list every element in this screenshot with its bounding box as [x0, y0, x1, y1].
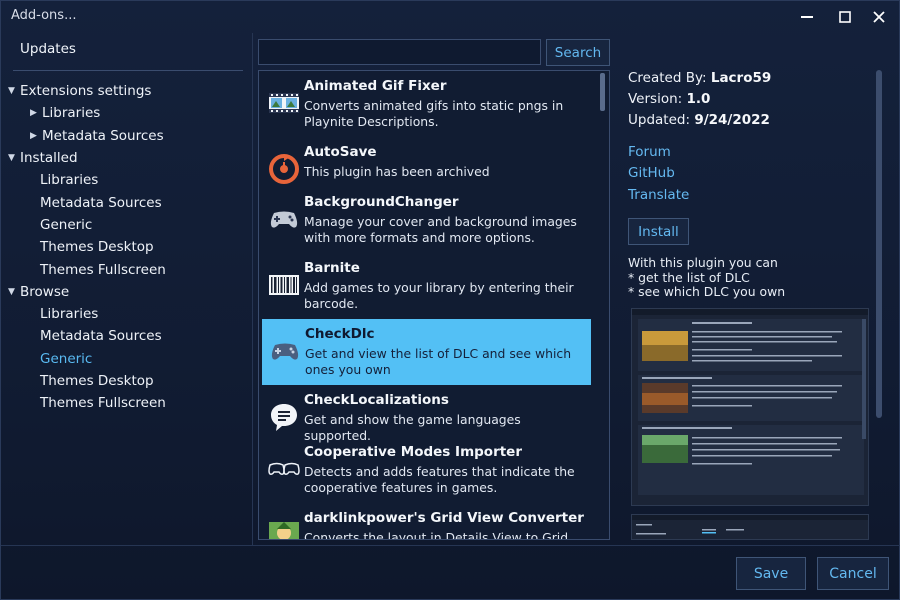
details-scrollbar-thumb[interactable] — [876, 70, 882, 418]
list-scrollbar-thumb[interactable] — [600, 73, 605, 111]
minimize-button[interactable] — [793, 5, 821, 29]
nav-installed-generic[interactable]: Generic — [1, 214, 251, 236]
caret-down-icon: ▼ — [8, 86, 15, 97]
barcode-icon — [268, 269, 300, 301]
maximize-icon — [839, 11, 851, 23]
save-button[interactable]: Save — [736, 557, 806, 590]
nav-browse[interactable]: ▼ Browse — [1, 281, 251, 303]
addon-name: Animated Gif Fixer — [304, 78, 447, 94]
nav-browse-themes-desktop[interactable]: Themes Desktop — [1, 370, 251, 392]
nav-installed-metadata-sources[interactable]: Metadata Sources — [1, 191, 251, 213]
nav-installed-themes-fullscreen[interactable]: Themes Fullscreen — [1, 258, 251, 280]
nav-browse-libraries[interactable]: Libraries — [1, 303, 251, 325]
addon-name: AutoSave — [304, 144, 377, 160]
close-button[interactable] — [865, 5, 893, 29]
addon-list[interactable]: Animated Gif Fixer Converts animated gif… — [258, 70, 610, 540]
nav-installed[interactable]: ▼ Installed — [1, 147, 251, 169]
close-icon — [873, 11, 885, 23]
caret-right-icon: ▶ — [30, 108, 37, 119]
plugin-description: With this plugin you can * get the list … — [628, 255, 786, 299]
addon-description: This plugin has been archived — [304, 164, 490, 179]
caret-down-icon: ▼ — [8, 286, 15, 297]
film-strip-icon — [268, 87, 300, 119]
addons-window: Add-ons... Updates ▼ Extensions settings… — [0, 0, 900, 600]
addon-name: darklinkpower's Grid View Converter — [304, 510, 584, 526]
github-link[interactable]: GitHub — [628, 165, 675, 181]
addon-name: Barnite — [304, 260, 360, 276]
search-button[interactable]: Search — [546, 39, 610, 66]
gamepad-icon — [269, 335, 301, 367]
updated-value: 9/24/2022 — [694, 112, 770, 128]
nav-browse-generic[interactable]: Generic — [1, 348, 251, 370]
addon-description: Detects and adds features that indicate … — [304, 464, 575, 495]
gamepad-icon — [268, 203, 300, 235]
caret-right-icon: ▶ — [30, 130, 37, 141]
minimize-icon — [801, 16, 813, 18]
created-by-value: Lacro59 — [710, 70, 772, 86]
plugin-screenshot — [631, 308, 869, 506]
plugin-screenshot — [631, 514, 869, 540]
nav-ext-metadata-sources[interactable]: ▶ Metadata Sources — [1, 125, 251, 147]
maximize-button[interactable] — [831, 5, 859, 29]
nav-installed-libraries[interactable]: Libraries — [1, 169, 251, 191]
window-title: Add-ons... — [11, 8, 77, 23]
two-controllers-icon — [268, 453, 300, 485]
title-bar: Add-ons... — [1, 1, 900, 33]
nav-updates[interactable]: Updates — [20, 41, 76, 57]
addon-details: Created By: Lacro59 Version: 1.0 Updated… — [617, 70, 877, 540]
character-thumbnail-icon — [268, 519, 300, 539]
nav-browse-themes-fullscreen[interactable]: Themes Fullscreen — [1, 392, 251, 414]
addon-description: Converts the layout in Details View to G… — [304, 530, 569, 540]
addon-item[interactable]: CheckDlc Get and view the list of DLC an… — [262, 319, 591, 385]
autosave-icon — [268, 153, 300, 185]
forum-link[interactable]: Forum — [628, 144, 671, 160]
nav-tree: ▼ Extensions settings ▶ Libraries ▶ Meta… — [1, 80, 251, 414]
addon-name: CheckLocalizations — [304, 392, 449, 408]
install-button[interactable]: Install — [628, 218, 689, 245]
addon-item[interactable]: darklinkpower's Grid View Converter Conv… — [261, 503, 591, 540]
caret-down-icon: ▼ — [8, 153, 15, 164]
created-by-line: Created By: Lacro59 — [628, 70, 772, 86]
nav-ext-libraries[interactable]: ▶ Libraries — [1, 102, 251, 124]
search-input[interactable] — [258, 39, 541, 65]
addon-description: Manage your cover and background images … — [304, 214, 577, 245]
translate-link[interactable]: Translate — [628, 187, 689, 203]
addon-item[interactable]: Cooperative Modes Importer Detects and a… — [261, 437, 591, 503]
addon-item[interactable]: BackgroundChanger Manage your cover and … — [261, 187, 591, 253]
addon-item[interactable]: Animated Gif Fixer Converts animated gif… — [261, 71, 591, 137]
nav-browse-metadata-sources[interactable]: Metadata Sources — [1, 325, 251, 347]
nav-extensions-settings[interactable]: ▼ Extensions settings — [1, 80, 251, 102]
nav-installed-themes-desktop[interactable]: Themes Desktop — [1, 236, 251, 258]
addon-description: Add games to your library by entering th… — [304, 280, 574, 311]
addon-name: BackgroundChanger — [304, 194, 459, 210]
addon-description: Get and view the list of DLC and see whi… — [305, 346, 572, 377]
footer-divider — [1, 545, 900, 546]
speech-bubble-icon — [268, 401, 300, 433]
addon-item[interactable]: Barnite Add games to your library by ent… — [261, 253, 591, 319]
sidebar-nav: Updates ▼ Extensions settings ▶ Librarie… — [1, 33, 253, 545]
cancel-button[interactable]: Cancel — [817, 557, 889, 590]
addon-name: CheckDlc — [305, 326, 375, 342]
nav-divider — [13, 70, 243, 71]
version-line: Version: 1.0 — [628, 91, 711, 107]
updated-line: Updated: 9/24/2022 — [628, 112, 770, 128]
addon-name: Cooperative Modes Importer — [304, 444, 522, 460]
version-value: 1.0 — [686, 91, 711, 107]
addon-description: Converts animated gifs into static pngs … — [304, 98, 564, 129]
